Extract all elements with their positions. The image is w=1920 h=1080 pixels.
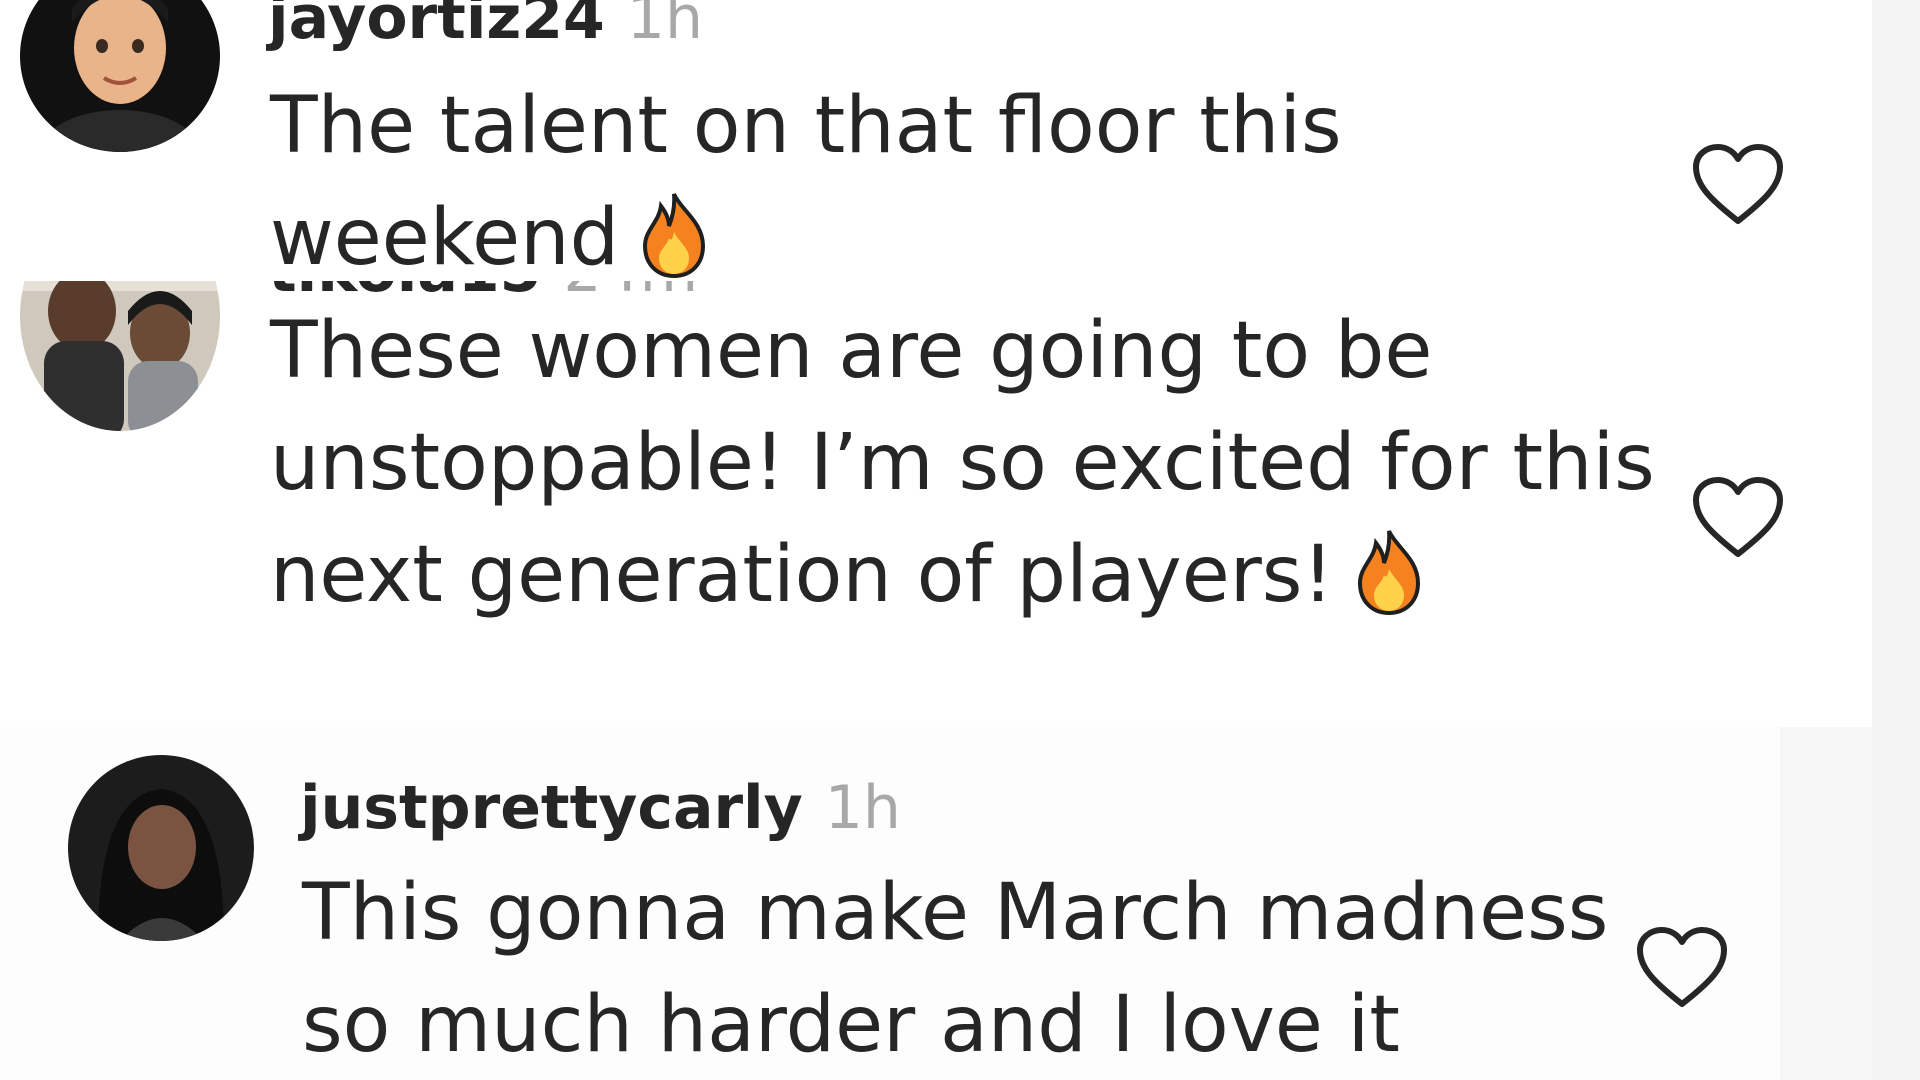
comment-body: This gonna make March madness so much ha… <box>302 868 1609 1070</box>
comment-username[interactable]: justprettycarly 1h <box>300 778 901 838</box>
portrait-avatar-icon <box>68 755 254 941</box>
avatar[interactable] <box>20 0 220 152</box>
comment-body: The talent on that floor this weekend <box>270 81 1342 281</box>
comment-item: tikola1524m These women are going to be … <box>0 281 1920 727</box>
side-margin <box>1872 0 1920 1080</box>
username-text[interactable]: jayortiz24 <box>268 0 605 53</box>
comment-item: jayortiz24 1h The talent on that floor th… <box>0 0 1920 281</box>
couple-photo-avatar-icon <box>20 281 220 431</box>
comment-item: justprettycarly 1h This gonna make March … <box>0 727 1920 1080</box>
comment-text: This gonna make March madness so much ha… <box>302 857 1608 1080</box>
comment-body: These women are going to be unstoppable!… <box>270 306 1655 620</box>
comment-time: 1h <box>626 0 703 53</box>
heart-icon[interactable] <box>1690 474 1786 560</box>
comment-time: 1h <box>824 773 901 843</box>
heart-icon[interactable] <box>1690 141 1786 227</box>
avatar[interactable] <box>68 755 254 941</box>
comment-text: The talent on that floor this weekend <box>270 70 1342 281</box>
username-text[interactable]: justprettycarly <box>300 773 803 843</box>
avatar[interactable] <box>20 281 220 431</box>
cartoon-avatar-icon <box>20 0 220 152</box>
comment-text: These women are going to be unstoppable!… <box>270 295 1655 631</box>
fire-emoji <box>1352 529 1426 616</box>
comment-username[interactable]: jayortiz24 1h <box>268 0 703 48</box>
side-margin-inner <box>1780 727 1872 1080</box>
heart-icon[interactable] <box>1634 924 1730 1010</box>
fire-emoji <box>637 192 711 279</box>
